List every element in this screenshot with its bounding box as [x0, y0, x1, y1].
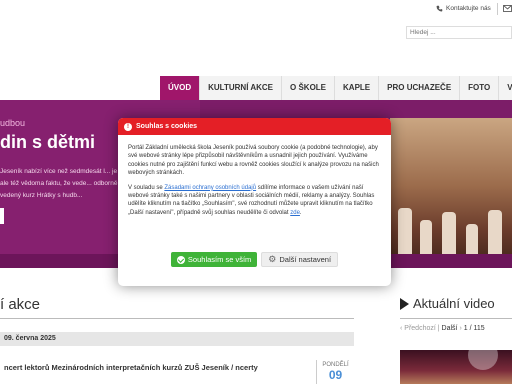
- more-settings-label: Další nastavení: [279, 255, 332, 264]
- cookie-paragraph-2-start: V souladu se: [128, 184, 165, 191]
- nav-item-uvod[interactable]: ÚVOD: [160, 76, 201, 100]
- cookie-paragraph-2: V souladu se Zásadami ochrany osobních ú…: [128, 184, 381, 218]
- video-pager-separator: |: [437, 325, 440, 332]
- hero-photo: [390, 118, 512, 268]
- event-date-bar: 09. června 2025: [0, 332, 354, 346]
- video-divider: [400, 318, 512, 319]
- nav-item-kulturni-akce[interactable]: KULTURNÍ AKCE: [200, 76, 283, 100]
- main-nav: ÚVOD KULTURNÍ AKCE O ŠKOLE KAPLE PRO UCH…: [160, 76, 512, 100]
- nav-item-kaple[interactable]: KAPLE: [335, 76, 380, 100]
- cookie-dialog-header: ! Souhlas s cookies: [118, 118, 391, 135]
- event-title-link[interactable]: ncert lektorů Mezinárodních interpretačn…: [4, 362, 294, 373]
- video-nav-circle[interactable]: [468, 340, 498, 370]
- hero-more-button[interactable]: [0, 208, 4, 224]
- cookie-consent-dialog: ! Souhlas s cookies Portál Základní uměl…: [118, 118, 391, 286]
- event-day-number: 09: [328, 368, 343, 382]
- video-section-title: Aktuální video: [400, 296, 495, 311]
- event-day-box: PONDĚLÍ 09: [316, 360, 354, 384]
- cookie-paragraph-1: Portál Základní umělecká škola Jeseník p…: [128, 145, 379, 177]
- phone-icon: [436, 5, 443, 12]
- cookie-dialog-body: Portál Základní umělecká škola Jeseník p…: [118, 135, 391, 217]
- events-section-title: í akce: [0, 296, 41, 313]
- nav-item-pro-uchazece[interactable]: PRO UCHAZEČE: [379, 76, 461, 100]
- hero-subtitle: udbou: [0, 118, 26, 128]
- play-icon: [400, 297, 409, 310]
- accept-all-button[interactable]: Souhlasím se vším: [170, 252, 258, 267]
- top-divider: [497, 3, 498, 15]
- top-bar: Kontaktujte nás: [0, 0, 512, 20]
- check-icon: [176, 255, 185, 264]
- nav-item-o-skole[interactable]: O ŠKOLE: [282, 76, 336, 100]
- video-page-indicator: 1 / 115: [463, 325, 485, 332]
- video-prev-link[interactable]: Předchozí: [404, 325, 436, 332]
- revoke-consent-link[interactable]: zde: [290, 210, 300, 216]
- cookie-paragraph-2-end: .: [299, 209, 302, 216]
- contact-link[interactable]: Kontaktujte nás: [436, 5, 491, 12]
- events-divider: [0, 318, 354, 319]
- search-input[interactable]: [406, 26, 512, 39]
- hero-title: din s dětmi: [0, 132, 96, 152]
- mail-icon[interactable]: [503, 5, 512, 12]
- video-pager: ‹ Předchozí | Další › 1 / 115: [400, 325, 485, 332]
- video-section-label: Aktuální video: [413, 296, 495, 311]
- alert-icon: !: [124, 122, 132, 131]
- privacy-policy-link[interactable]: Zásadami ochrany osobních údajů: [164, 185, 256, 191]
- nav-item-foto[interactable]: FOTO: [460, 76, 500, 100]
- accept-all-label: Souhlasím se vším: [187, 255, 252, 264]
- video-next-link[interactable]: Další: [442, 325, 458, 332]
- cookie-dialog-buttons: Souhlasím se vším ⚙ Další nastavení: [118, 252, 391, 267]
- more-settings-button[interactable]: ⚙ Další nastavení: [261, 252, 339, 267]
- gear-icon: ⚙: [268, 254, 277, 264]
- contact-label: Kontaktujte nás: [446, 5, 491, 12]
- hero-text: Jeseník nabízí více než sedmdesát l... j…: [0, 168, 124, 199]
- event-date: 09. června 2025: [4, 335, 56, 342]
- nav-item-more[interactable]: V: [499, 76, 512, 100]
- cookie-dialog-title: Souhlas s cookies: [136, 123, 198, 130]
